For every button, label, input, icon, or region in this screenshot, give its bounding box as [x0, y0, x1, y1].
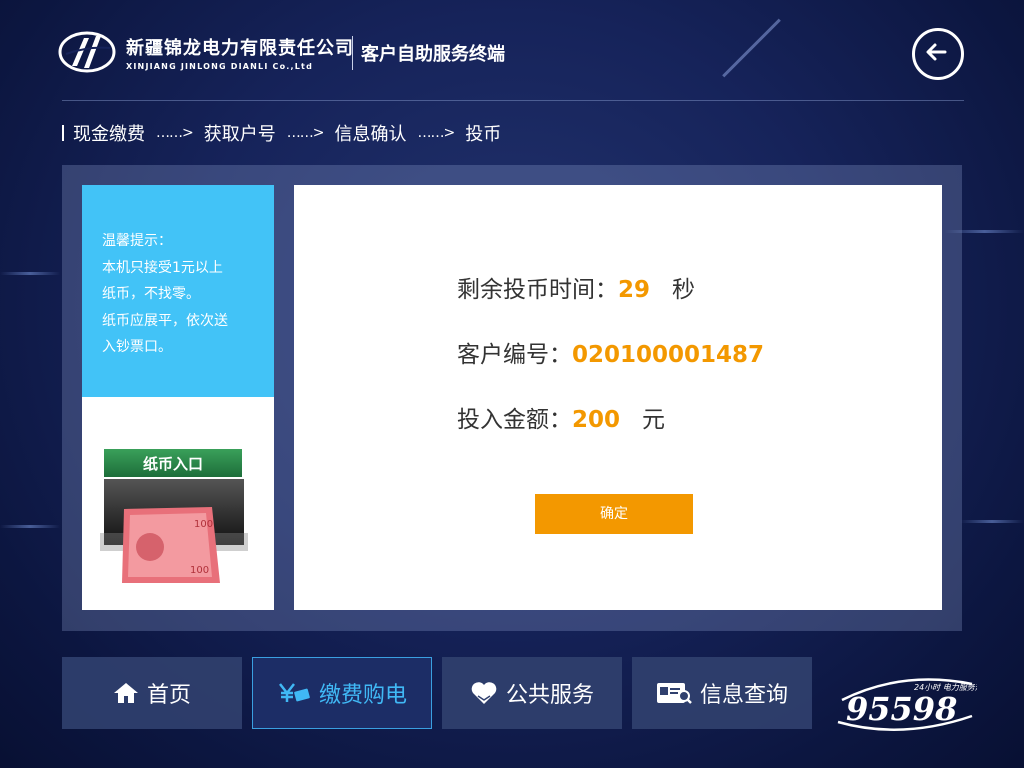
breadcrumb: 现金缴费 ……> 获取户号 ……> 信息确认 ……> 投币	[62, 120, 501, 146]
tip-line: 纸币应展平，依次送	[102, 312, 228, 329]
confirm-button[interactable]: 确定	[535, 494, 693, 534]
remaining-time-unit: 秒	[671, 277, 695, 303]
nav-home[interactable]: 首页	[62, 657, 242, 729]
account-number-row: 客户编号：020100001487	[457, 335, 764, 369]
tip-text: 温馨提示： 本机只接受1元以上 纸币，不找零。 纸币应展平，依次送 入钞票口。	[102, 228, 262, 361]
tip-line: 本机只接受1元以上	[102, 259, 223, 276]
account-number-label: 客户编号：	[457, 342, 572, 368]
company-name-en: XINJIANG JINLONG DIANLI Co.,Ltd	[126, 62, 313, 71]
header-rule	[62, 100, 964, 101]
bg-streak	[0, 525, 60, 528]
tip-line: 温馨提示：	[102, 233, 172, 249]
arrow-left-icon	[926, 43, 947, 61]
amount-unit: 元	[641, 407, 665, 433]
header-divider	[352, 36, 353, 70]
svg-text:100: 100	[190, 565, 209, 576]
hotline-95598-logo: 24小时 电力服务热线 95598	[837, 678, 977, 731]
payment-info-card	[294, 185, 942, 610]
nav-public-service-label: 公共服务	[505, 683, 594, 708]
yuan-card-icon	[278, 683, 310, 702]
terminal-title: 客户自助服务终端	[361, 44, 505, 65]
bg-diagonal-line	[722, 18, 781, 78]
breadcrumb-separator: ……>	[286, 125, 325, 141]
nav-info-query-label: 信息查询	[699, 683, 788, 708]
nav-pay-electricity-label: 缴费购电	[318, 683, 407, 708]
remaining-time-row: 剩余投币时间：29 秒	[457, 270, 695, 304]
breadcrumb-separator: ……>	[156, 125, 194, 141]
breadcrumb-marker	[62, 125, 64, 141]
tip-line: 纸币，不找零。	[102, 286, 200, 302]
id-card-search-icon	[656, 683, 692, 704]
home-icon	[113, 683, 138, 703]
breadcrumb-separator: ……>	[417, 125, 455, 141]
breadcrumb-step-cash: 现金缴费	[73, 124, 145, 145]
nav-public-service[interactable]: 公共服务	[442, 657, 622, 729]
banknote-slot-icon: 纸币入口 100 100	[100, 449, 248, 583]
account-number-value: 020100001487	[572, 342, 765, 368]
amount-label: 投入金额：	[457, 407, 572, 433]
amount-value: 200	[572, 407, 621, 433]
slot-label: 纸币入口	[143, 455, 203, 473]
nav-home-label: 首页	[146, 683, 191, 708]
breadcrumb-step-account: 获取户号	[203, 124, 276, 145]
company-name: 新疆锦龙电力有限责任公司 XINJIANG JINLONG DIANLI Co.…	[126, 34, 354, 71]
hotline-number: 95598	[846, 690, 957, 728]
back-button[interactable]	[912, 28, 964, 80]
nav-pay-electricity[interactable]: 缴费购电	[252, 657, 432, 729]
heart-hand-icon	[471, 682, 497, 704]
nav-info-query[interactable]: 信息查询	[632, 657, 812, 729]
amount-row: 投入金额：200 元	[457, 400, 665, 434]
remaining-time-value: 29	[618, 277, 651, 303]
banknote-slot-illustration: 纸币入口 100 100	[82, 397, 274, 610]
company-name-cn: 新疆锦龙电力有限责任公司	[126, 38, 354, 59]
bg-streak	[960, 520, 1024, 523]
tip-line: 入钞票口。	[102, 339, 172, 355]
bg-streak	[0, 272, 60, 275]
remaining-time-label: 剩余投币时间：	[457, 277, 618, 303]
breadcrumb-step-insert: 投币	[465, 124, 502, 145]
svg-text:100: 100	[194, 519, 213, 530]
breadcrumb-step-confirm: 信息确认	[334, 124, 407, 145]
company-logo-icon	[58, 31, 116, 73]
